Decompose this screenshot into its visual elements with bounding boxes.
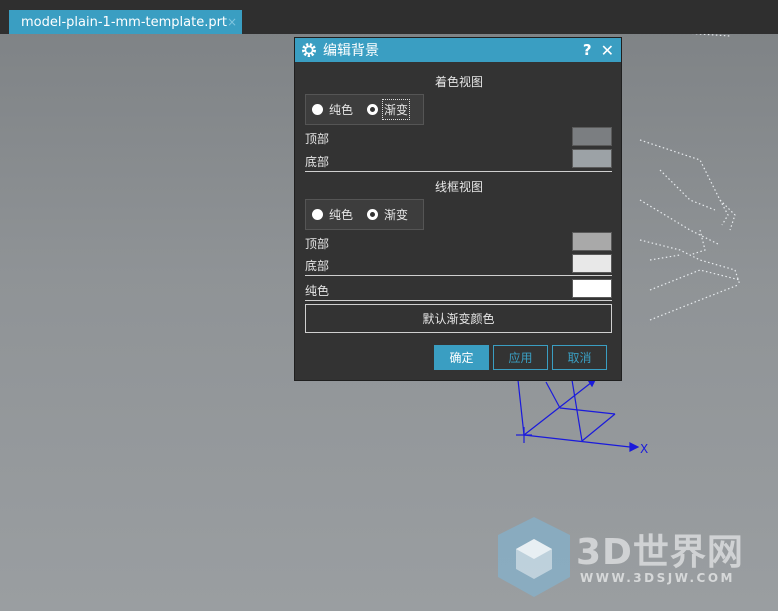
- edit-background-dialog: 编辑背景 ? ✕ 着色视图 纯色 渐变 顶部 底部 线框视图 纯色 渐变 顶部 …: [294, 37, 622, 381]
- radio-checked-icon: [367, 209, 379, 220]
- radio-unchecked-icon: [312, 104, 323, 115]
- apply-button[interactable]: 应用: [493, 345, 548, 370]
- dialog-title-bar[interactable]: 编辑背景 ? ✕: [295, 38, 621, 62]
- divider: [305, 300, 612, 301]
- wireframe-solid-radio[interactable]: 纯色: [312, 206, 353, 223]
- shaded-top-color-swatch[interactable]: [572, 127, 612, 146]
- shaded-solid-label: 纯色: [329, 103, 354, 117]
- radio-unchecked-icon: [312, 209, 323, 220]
- wireframe-bottom-label: 底部: [305, 259, 330, 273]
- shaded-mode-group: 纯色 渐变: [305, 94, 424, 125]
- solid-color-label: 纯色: [305, 284, 330, 298]
- csys-triad: [516, 377, 640, 452]
- help-button[interactable]: ?: [583, 41, 592, 59]
- wireframe-top-label: 顶部: [305, 237, 330, 251]
- close-button[interactable]: ✕: [601, 41, 614, 60]
- tab-close-icon[interactable]: ×: [227, 15, 237, 29]
- axis-x-label: X: [640, 442, 648, 456]
- shaded-gradient-radio[interactable]: 渐变: [367, 99, 411, 120]
- dialog-title: 编辑背景: [323, 43, 379, 59]
- wireframe-model: [639, 34, 741, 321]
- wireframe-view-title: 线框视图: [434, 180, 483, 194]
- shaded-top-label: 顶部: [305, 132, 330, 146]
- wireframe-gradient-label: 渐变: [384, 208, 409, 222]
- wireframe-bottom-color-swatch[interactable]: [572, 254, 612, 273]
- wireframe-top-color-swatch[interactable]: [572, 232, 612, 251]
- document-tab-bar: model-plain-1-mm-template.prt ×: [0, 0, 778, 34]
- shaded-bottom-label: 底部: [305, 155, 330, 169]
- shaded-bottom-color-swatch[interactable]: [572, 149, 612, 168]
- watermark-url: WWW.3DSJW.COM: [580, 571, 735, 585]
- divider: [305, 171, 612, 172]
- cube-logo-icon: [498, 517, 570, 597]
- shaded-solid-radio[interactable]: 纯色: [312, 101, 353, 118]
- gear-icon: [302, 43, 316, 57]
- radio-checked-icon: [367, 104, 379, 115]
- default-gradient-button[interactable]: 默认渐变颜色: [305, 304, 612, 333]
- wireframe-solid-label: 纯色: [329, 208, 354, 222]
- watermark: 3D世界网 WWW.3DSJW.COM: [494, 515, 764, 599]
- document-tab-title: model-plain-1-mm-template.prt: [21, 14, 228, 30]
- shaded-view-title: 着色视图: [434, 75, 483, 89]
- cancel-button[interactable]: 取消: [552, 345, 607, 370]
- solid-color-swatch[interactable]: [572, 279, 612, 298]
- document-tab[interactable]: model-plain-1-mm-template.prt ×: [9, 10, 242, 34]
- watermark-brand: 3D世界网: [576, 532, 744, 573]
- shaded-gradient-label: 渐变: [382, 99, 411, 120]
- wireframe-gradient-radio[interactable]: 渐变: [367, 206, 408, 223]
- divider: [305, 275, 612, 276]
- ok-button[interactable]: 确定: [434, 345, 489, 370]
- wireframe-mode-group: 纯色 渐变: [305, 199, 424, 230]
